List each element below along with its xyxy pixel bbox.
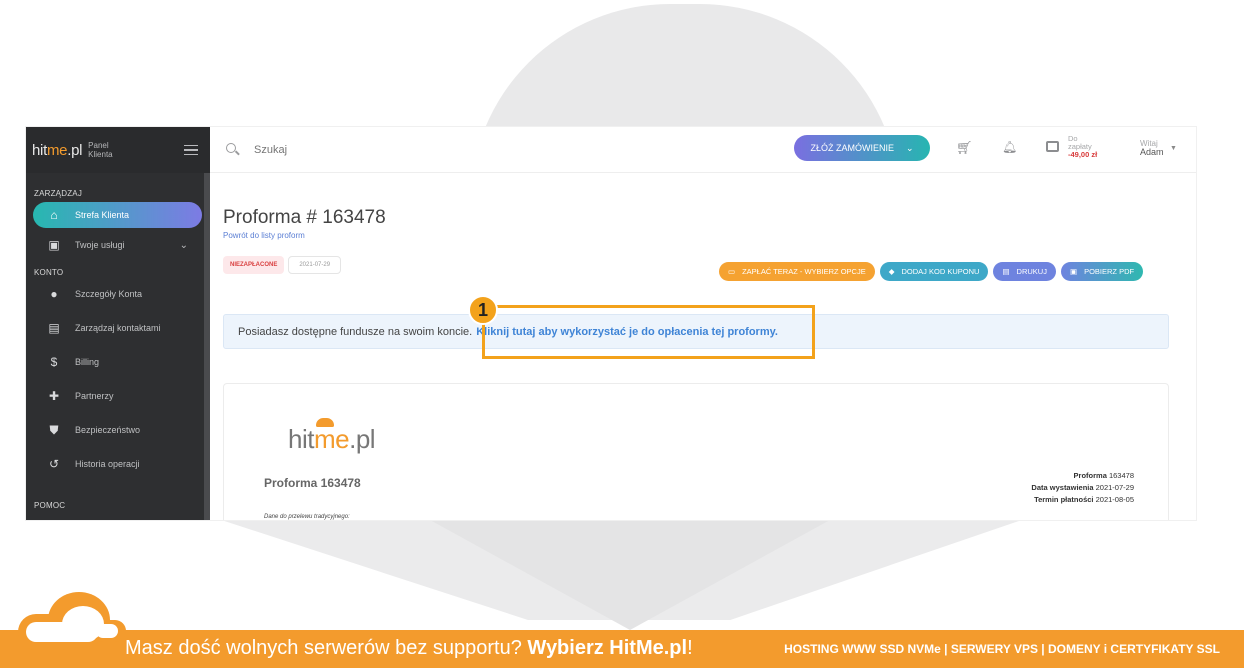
search-input[interactable] [254,143,554,156]
add-coupon-button[interactable]: ◆ DODAJ KOD KUPONU [879,262,989,281]
tutorial-step-number: 1 [468,295,498,325]
sidebar: hitme.pl Panel Klienta ZARZĄDZAJ ⌂ Stref… [26,127,210,520]
sidebar-item-partners[interactable]: ✚ Partnerzy [26,379,210,413]
chevron-down-icon: ⌄ [905,142,914,153]
tutorial-highlight-box [482,305,815,359]
transfer-details-note: Dane do przelewu tradycyjnego: [264,514,350,520]
cart-icon[interactable]: 🛒︎ [956,140,973,156]
bell-icon[interactable]: 🔔︎ [1002,140,1017,154]
partners-icon: ✚ [48,389,60,403]
history-icon: ↺ [48,457,60,471]
pay-now-button[interactable]: ▭ ZAPŁAĆ TERAZ - WYBIERZ OPCJE [719,262,875,281]
hitme-logo[interactable]: hitme.pl [32,142,82,159]
shield-icon: ⛊ [49,422,59,437]
place-order-button[interactable]: ZŁÓŻ ZAMÓWIENIE ⌄ [794,135,930,161]
hamburger-menu-icon[interactable] [184,142,198,159]
back-to-proforma-list-link[interactable]: Powrót do listy proform [223,231,1168,240]
tag-icon: ◆ [888,267,895,276]
sidebar-scrollbar[interactable] [204,173,210,520]
sidebar-item-billing[interactable]: $ Billing [26,345,210,379]
section-heading-manage: ZARZĄDZAJ [34,189,83,198]
panel-label: Panel Klienta [88,141,113,159]
pdf-icon: ▣ [1069,267,1078,276]
pay-now-label: ZAPŁAĆ TERAZ - WYBIERZ OPCJE [742,267,866,276]
status-badge: NIEZAPŁACONE [223,256,285,274]
amount-due[interactable]: Do zapłaty -49,00 zł [1068,135,1097,159]
sidebar-item-services[interactable]: ▣ Twoje usługi ⌄ [26,228,210,262]
home-icon: ⌂ [50,208,58,222]
add-coupon-label: DODAJ KOD KUPONU [901,267,980,276]
printer-icon: ▤ [1002,267,1010,276]
sidebar-item-label: Billing [75,357,100,367]
invoice-meta: Proforma 163478 Data wystawienia 2021-07… [1031,471,1134,504]
sidebar-item-label: Partnerzy [75,391,114,401]
sidebar-item-contacts[interactable]: ▤ Zarządzaj kontaktami [26,311,210,345]
invoice-heading: Proforma 163478 [264,476,361,490]
sidebar-item-label: Zarządzaj kontaktami [75,323,161,333]
wallet-icon[interactable] [1046,141,1059,152]
sidebar-item-security[interactable]: ⛊ Bezpieczeństwo [26,413,210,447]
sidebar-item-account-details[interactable]: ● Szczegóły Konta [26,277,210,311]
sidebar-brand: hitme.pl Panel Klienta [26,127,210,173]
footer-message: Masz dość wolnych serwerów bez supportu?… [125,637,693,659]
user-menu-chevron-icon[interactable]: ▼ [1170,145,1177,152]
page-title: Proforma # 163478 [223,207,386,228]
print-label: DRUKUJ [1016,267,1047,276]
cloud-logo-icon [18,592,126,652]
dollar-icon: $ [50,355,58,369]
invoice-preview: hitme.pl Proforma 163478 Proforma 163478… [223,383,1169,520]
amount-due-value: -49,00 zł [1068,150,1098,159]
date-badge: 2021-07-29 [288,256,342,274]
main-content: Proforma # 163478 Powrót do listy profor… [223,173,1169,520]
sidebar-item-label: Twoje usługi [75,240,125,250]
sidebar-item-history[interactable]: ↺ Historia operacji [26,447,210,481]
invoice-actions: ▭ ZAPŁAĆ TERAZ - WYBIERZ OPCJE ◆ DODAJ K… [719,262,1144,281]
download-pdf-button[interactable]: ▣ POBIERZ PDF [1060,262,1144,281]
search-icon [226,142,240,157]
user-menu[interactable]: Witaj Adam [1140,139,1164,157]
print-button[interactable]: ▤ DRUKUJ [993,262,1056,281]
footer-services: HOSTING WWW SSD NVMe | SERWERY VPS | DOM… [784,642,1220,656]
funds-notice-text: Posiadasz dostępne fundusze na swoim kon… [238,325,473,338]
sidebar-item-label: Strefa Klienta [75,210,130,220]
invoice-logo: hitme.pl [288,424,376,454]
download-pdf-label: POBIERZ PDF [1084,267,1135,276]
screenshot-stage: hitme.pl Panel Klienta ZARZĄDZAJ ⌂ Stref… [0,0,1244,668]
sidebar-item-label: Historia operacji [75,459,140,469]
top-bar: ZŁÓŻ ZAMÓWIENIE ⌄ 🛒︎ 🔔︎ Do zapłaty -49,0… [210,127,1196,173]
sidebar-item-label: Szczegóły Konta [75,289,143,299]
place-order-label: ZŁÓŻ ZAMÓWIENIE [810,143,894,153]
services-icon: ▣ [48,238,60,252]
user-icon: ● [50,287,58,301]
section-heading-help: POMOC [34,501,66,510]
contacts-icon: ▤ [48,321,60,335]
sidebar-item-client-zone[interactable]: ⌂ Strefa Klienta [33,202,202,228]
user-name: Adam [1140,147,1164,157]
sidebar-item-label: Bezpieczeństwo [75,425,141,435]
chevron-down-icon: ⌄ [179,239,188,251]
card-icon: ▭ [728,267,736,276]
section-heading-account: KONTO [34,268,64,277]
